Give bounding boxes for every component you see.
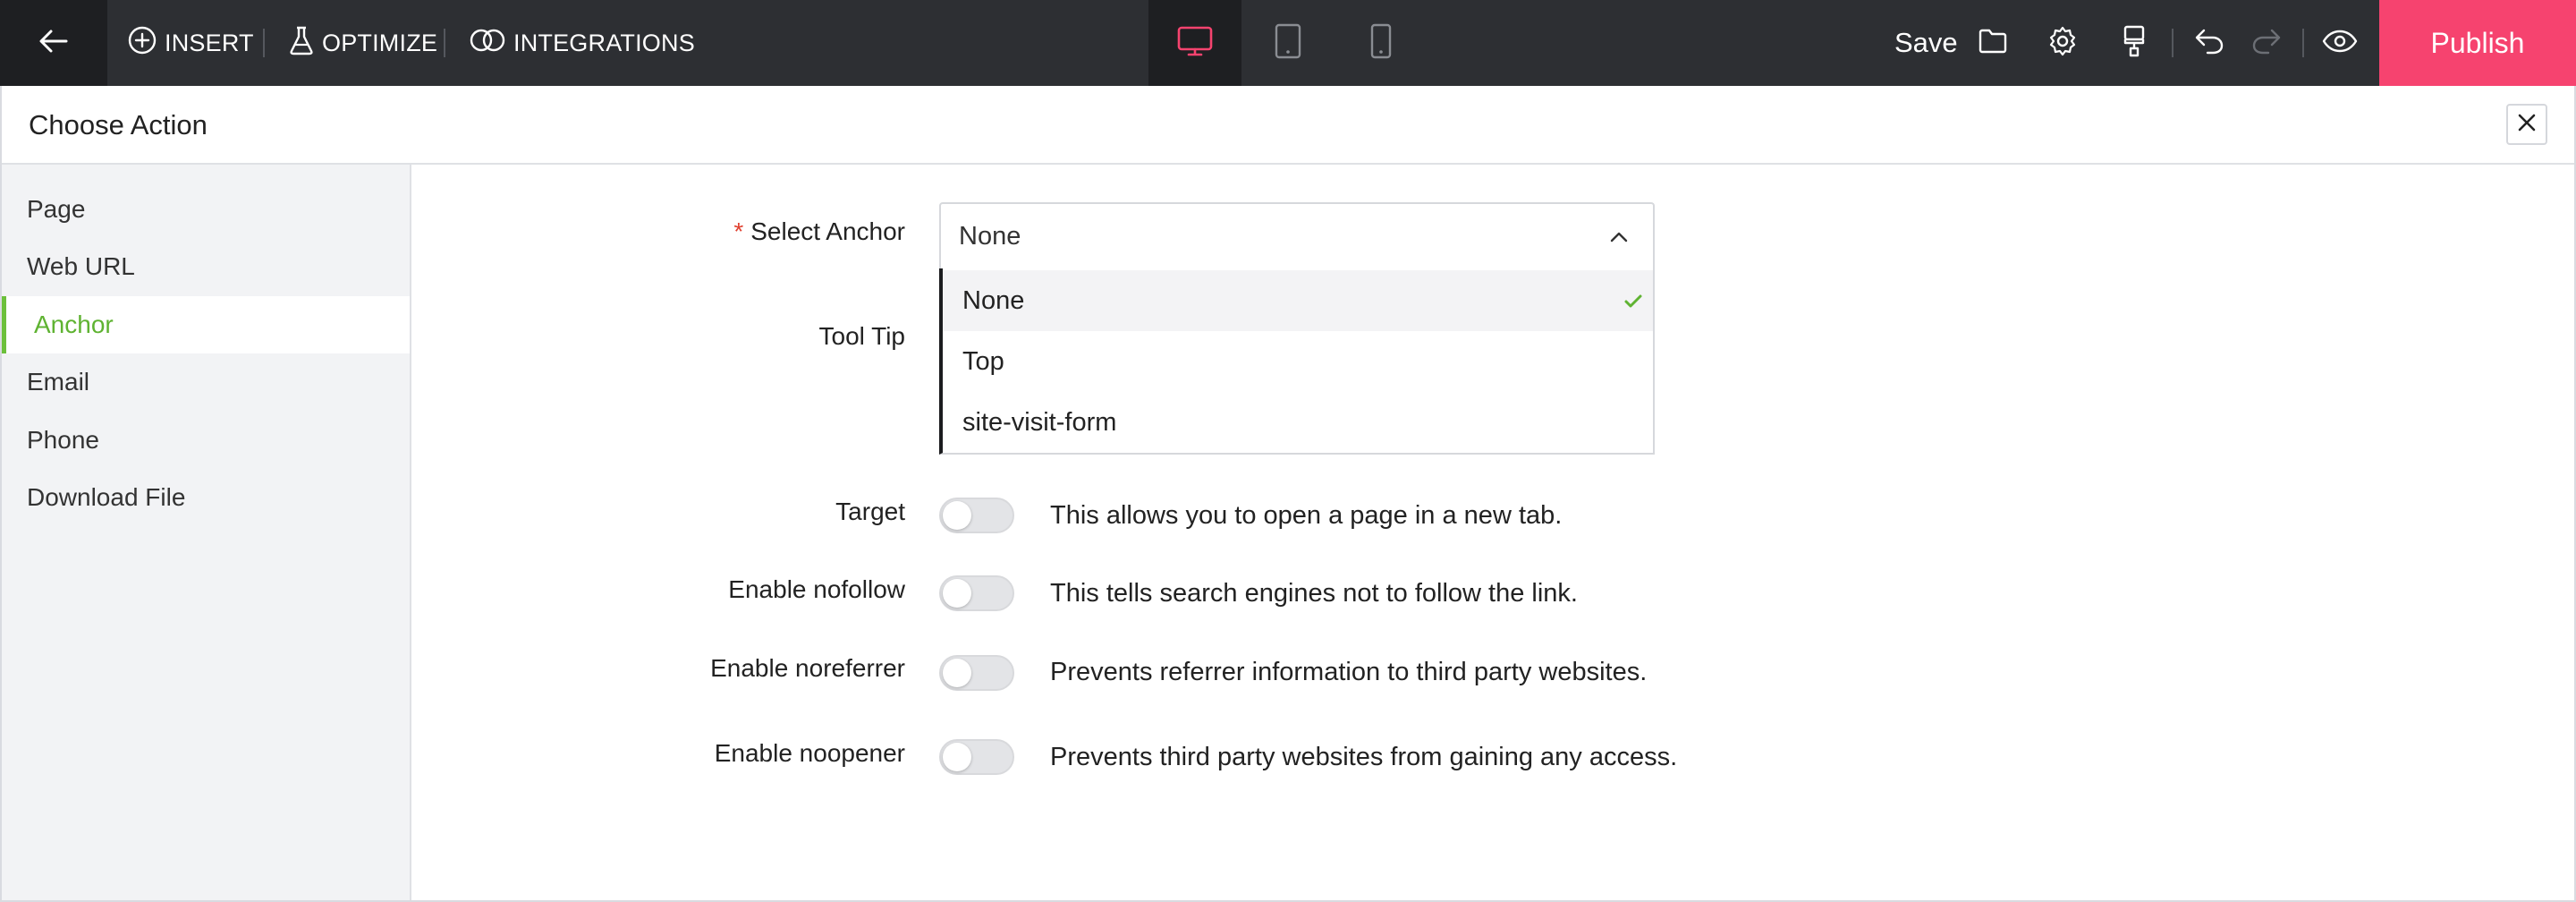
undo-icon [2193,27,2225,60]
redo-icon [2250,27,2283,60]
close-icon [2516,112,2538,138]
noreferrer-description: Prevents referrer information to third p… [1050,658,1648,686]
back-button[interactable] [0,0,107,86]
folder-button[interactable] [1975,25,2011,61]
preview-button[interactable] [2322,25,2358,61]
option-label: None [962,285,1025,315]
publish-button[interactable]: Publish [2379,0,2576,86]
sidebar-item-anchor[interactable]: Anchor [2,296,410,353]
gear-icon [2046,25,2079,62]
toolbar-divider [2172,29,2174,57]
noreferrer-label: Enable noreferrer [710,654,905,682]
toggle-knob [943,501,971,530]
optimize-label: OPTIMIZE [322,29,438,56]
action-type-sidebar: Page Web URL Anchor Email Phone Download… [2,165,411,900]
toolbar-divider [2302,29,2304,57]
sidebar-item-phone[interactable]: Phone [2,412,410,469]
select-anchor-label: * Select Anchor [733,217,905,246]
insert-label: INSERT [165,29,254,56]
format-painter-button[interactable] [2116,25,2152,61]
top-toolbar: INSERT OPTIMIZE INTEGRATIONS Save Publis… [0,0,2576,86]
sidebar-item-download-file[interactable]: Download File [2,469,410,526]
anchor-dropdown-menu: None Top site-visit-form [939,268,1655,455]
eye-icon [2322,29,2358,58]
toggle-knob [943,743,971,771]
noopener-description: Prevents third party websites from gaini… [1050,743,1678,771]
noreferrer-toggle[interactable] [939,655,1014,691]
target-label: Target [835,498,905,525]
panel-title: Choose Action [29,109,208,140]
anchor-option-none[interactable]: None [943,270,1653,331]
save-button[interactable]: Save [1894,0,1958,86]
anchor-option-top[interactable]: Top [943,331,1653,392]
tooltip-label: Tool Tip [818,322,906,350]
redo-button[interactable] [2249,25,2284,61]
target-toggle[interactable] [939,498,1014,533]
anchor-select-value: None [959,221,1021,251]
integrations-icon [469,26,513,61]
flask-icon [288,25,322,62]
nofollow-label: Enable nofollow [728,575,905,603]
panel-header: Choose Action [2,86,2574,165]
noopener-toggle[interactable] [939,739,1014,775]
noopener-label: Enable noopener [714,739,905,767]
mobile-view-button[interactable] [1335,0,1428,86]
settings-button[interactable] [2045,25,2080,61]
sidebar-item-page[interactable]: Page [2,181,410,238]
chevron-up-icon [1608,226,1630,255]
check-icon [1623,290,1644,319]
option-label: Top [962,346,1004,376]
select-anchor-label-text: Select Anchor [750,217,905,245]
target-description: This allows you to open a page in a new … [1050,501,1563,530]
desktop-view-button[interactable] [1148,0,1241,86]
sidebar-item-web-url[interactable]: Web URL [2,238,410,295]
tablet-icon [1274,23,1302,64]
device-switcher [1148,0,1428,86]
optimize-button[interactable]: OPTIMIZE [288,0,437,86]
sidebar-item-email[interactable]: Email [2,353,410,411]
integrations-button[interactable]: INTEGRATIONS [469,0,695,86]
toolbar-divider [444,29,445,57]
desktop-icon [1176,25,1214,62]
anchor-option-site-visit-form[interactable]: site-visit-form [943,392,1653,453]
undo-button[interactable] [2191,25,2227,61]
toggle-knob [943,579,971,608]
anchor-select[interactable]: None [939,202,1655,268]
nofollow-description: This tells search engines not to follow … [1050,579,1578,608]
toolbar-divider [263,29,265,57]
folder-icon [1978,28,2008,59]
required-mark: * [733,217,744,245]
insert-button[interactable]: INSERT [127,0,254,86]
arrow-left-icon [36,23,72,64]
nofollow-toggle[interactable] [939,575,1014,611]
option-label: site-visit-form [962,407,1117,437]
integrations-label: INTEGRATIONS [513,29,695,56]
paint-brush-icon [2121,24,2148,63]
close-button[interactable] [2506,104,2547,145]
plus-circle-icon [127,25,165,62]
mobile-icon [1370,23,1392,64]
tablet-view-button[interactable] [1241,0,1335,86]
toggle-knob [943,659,971,687]
